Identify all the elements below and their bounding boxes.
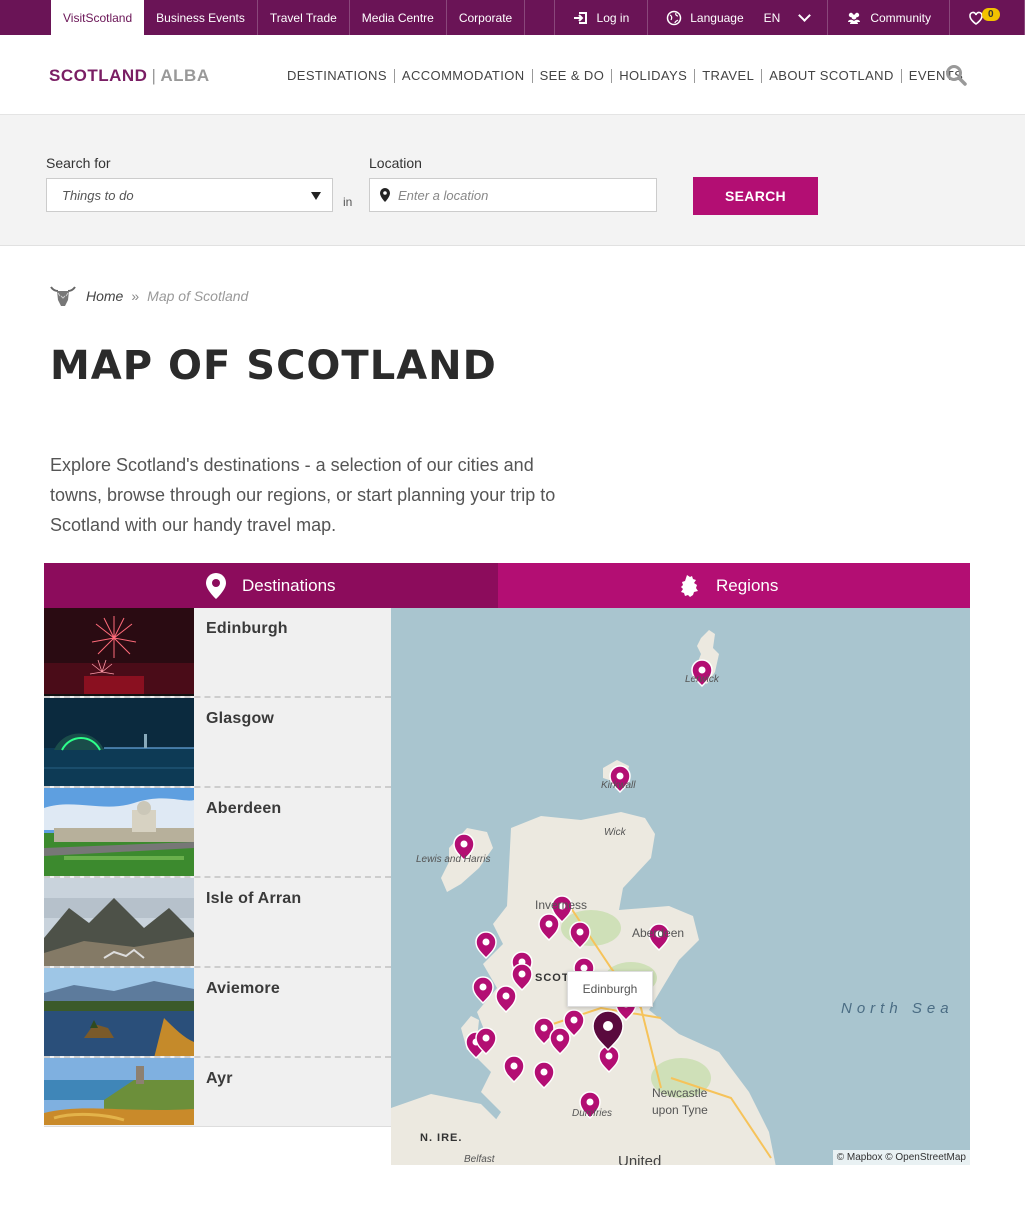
site-logo[interactable]: SCOTLAND | ALBA — [49, 66, 210, 86]
destination-name: Edinburgh — [206, 620, 288, 637]
main-nav: DESTINATIONS ACCOMMODATION SEE & DO HOLI… — [280, 69, 970, 83]
community-label: Community — [870, 10, 931, 25]
tab-destinations[interactable]: Destinations — [44, 563, 498, 608]
logo-separator: | — [151, 66, 157, 85]
language-selector[interactable]: Language EN — [648, 0, 829, 35]
login-button[interactable]: Log in — [553, 0, 649, 35]
location-pin-icon — [380, 188, 390, 202]
location-input[interactable] — [369, 178, 657, 212]
scotland-outline-icon — [681, 574, 698, 597]
topbar-link-visitscotland[interactable]: VisitScotland — [51, 0, 145, 35]
breadcrumb-separator: » — [131, 288, 140, 304]
map-label-belfast: Belfast — [464, 1154, 495, 1165]
destination-name: Aberdeen — [206, 800, 282, 817]
in-label: in — [343, 195, 353, 209]
map-label-nire: N. IRE. — [420, 1132, 463, 1144]
search-button[interactable]: SEARCH — [693, 177, 818, 215]
tab-regions[interactable]: Regions — [498, 563, 970, 608]
search-for-value: Things to do — [62, 188, 134, 203]
map-label-kirkwall: Kirkwall — [601, 780, 636, 791]
interactive-map[interactable]: Lerwick Kirkwall Wick Lewis and Harris I… — [391, 608, 970, 1165]
map-label-lewis: Lewis and Harris — [416, 854, 491, 865]
isle-of-arran-thumbnail — [44, 878, 194, 966]
community-link[interactable]: Community — [828, 0, 950, 35]
map-label-united: United — [618, 1153, 662, 1165]
search-for-label: Search for — [46, 155, 111, 171]
nav-accommodation[interactable]: ACCOMMODATION — [395, 69, 533, 83]
map-label-newcastle-2: upon Tyne — [652, 1103, 708, 1117]
search-icon[interactable] — [945, 64, 967, 86]
list-item-ayr[interactable]: Ayr — [44, 1058, 391, 1125]
list-item-isle-of-arran[interactable]: Isle of Arran — [44, 878, 391, 968]
page-title: MAP OF SCOTLAND — [50, 343, 497, 389]
map-label-dumfries: Dumfries — [572, 1108, 613, 1119]
ayr-thumbnail — [44, 1058, 194, 1125]
logo-scotland: SCOTLAND — [49, 66, 148, 85]
search-band: Search for Things to do in Location SEAR… — [0, 115, 1025, 246]
tab-regions-label: Regions — [716, 575, 779, 595]
topbar-right: Log in Language EN Community 0 — [553, 0, 1025, 35]
map-tooltip: Edinburgh — [567, 971, 653, 1007]
map-label-north-sea: North Sea — [841, 1000, 954, 1017]
chevron-down-icon — [798, 9, 812, 22]
location-label: Location — [369, 155, 422, 171]
destination-list: Edinburgh Glasgow Aberdeen Isle of Arran… — [44, 608, 391, 1127]
topbar-link-media-centre[interactable]: Media Centre — [350, 0, 447, 35]
edinburgh-thumbnail — [44, 608, 194, 696]
glasgow-thumbnail — [44, 698, 194, 786]
globe-icon — [667, 10, 682, 25]
map-label-lerwick: Lerwick — [685, 674, 719, 685]
map-land — [391, 630, 776, 1165]
aberdeen-thumbnail — [44, 788, 194, 876]
search-for-select[interactable]: Things to do — [46, 178, 333, 212]
topbar-link-corporate[interactable]: Corporate — [447, 0, 526, 35]
login-label: Log in — [596, 10, 630, 25]
tab-destinations-label: Destinations — [242, 575, 336, 595]
favourites-button[interactable]: 0 — [950, 0, 1025, 35]
map-label-wick: Wick — [604, 827, 626, 838]
destination-name: Isle of Arran — [206, 890, 302, 907]
logo-alba: ALBA — [160, 66, 210, 85]
destination-name: Glasgow — [206, 710, 275, 727]
main-header: SCOTLAND | ALBA DESTINATIONS ACCOMMODATION… — [0, 35, 1025, 115]
highland-cow-icon — [50, 286, 76, 306]
map-label-newcastle: Newcastle — [652, 1086, 708, 1100]
destination-name: Aviemore — [206, 980, 280, 997]
dropdown-arrow-icon — [311, 192, 321, 200]
nav-see-do[interactable]: SEE & DO — [533, 69, 613, 83]
topbar-link-travel-trade[interactable]: Travel Trade — [258, 0, 350, 35]
list-item-aberdeen[interactable]: Aberdeen — [44, 788, 391, 878]
nav-about-scotland[interactable]: ABOUT SCOTLAND — [762, 69, 902, 83]
aviemore-thumbnail — [44, 968, 194, 1056]
nav-travel[interactable]: TRAVEL — [695, 69, 763, 83]
breadcrumb-home[interactable]: Home — [86, 288, 123, 304]
map-attribution[interactable]: © Mapbox © OpenStreetMap — [832, 1150, 970, 1165]
login-icon — [573, 11, 587, 24]
breadcrumb-current: Map of Scotland — [147, 288, 249, 304]
map-label-inverness: Inverness — [535, 898, 588, 912]
list-item-edinburgh[interactable]: Edinburgh — [44, 608, 391, 698]
breadcrumb: Home » Map of Scotland — [50, 284, 248, 308]
map-tabs: Destinations Regions — [44, 563, 970, 608]
favourites-count-badge: 0 — [982, 8, 1000, 21]
community-icon — [848, 12, 861, 24]
intro-text: Explore Scotland's destinations - a sele… — [50, 455, 556, 535]
language-label: Language — [690, 10, 744, 25]
nav-destinations[interactable]: DESTINATIONS — [280, 69, 395, 83]
location-pin-icon — [206, 572, 226, 599]
top-utility-bar: VisitScotland Business Events Travel Tra… — [0, 0, 1025, 35]
list-item-aviemore[interactable]: Aviemore — [44, 968, 391, 1058]
nav-holidays[interactable]: HOLIDAYS — [612, 69, 696, 83]
map-label-aberdeen: Aberdeen — [632, 926, 685, 940]
list-item-glasgow[interactable]: Glasgow — [44, 698, 391, 788]
language-code: EN — [763, 10, 781, 25]
destination-name: Ayr — [206, 1070, 233, 1087]
topbar-link-business-events[interactable]: Business Events — [144, 0, 258, 35]
map-label-scotland: SCOT — [535, 972, 570, 984]
